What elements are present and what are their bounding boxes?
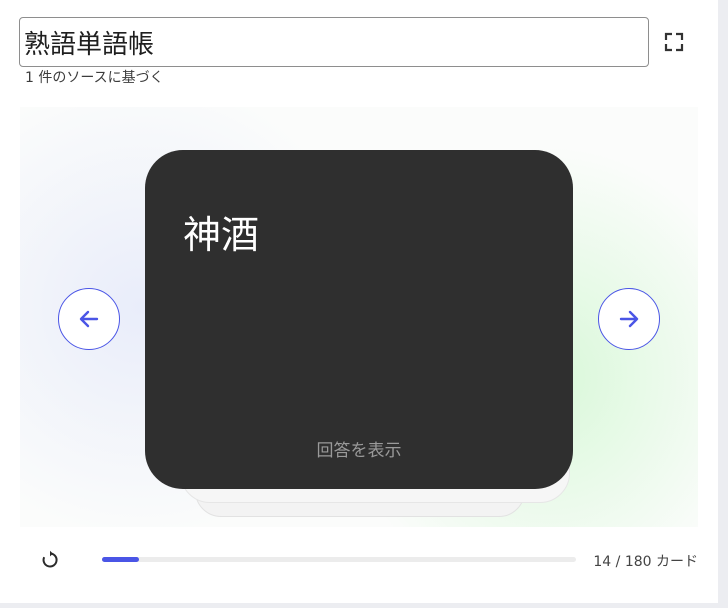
- progress-bar: [102, 557, 576, 562]
- scrollbar-gutter: [718, 0, 728, 608]
- reset-button[interactable]: [36, 546, 64, 574]
- fullscreen-icon: [664, 32, 684, 52]
- refresh-icon: [42, 550, 58, 568]
- source-note: 1 件のソースに基づく: [25, 70, 164, 86]
- flashcard[interactable]: 神酒 回答を表示: [145, 150, 573, 489]
- previous-card-button[interactable]: [58, 288, 120, 350]
- next-card-button[interactable]: [598, 288, 660, 350]
- title-input[interactable]: [19, 17, 649, 67]
- arrow-right-icon: [619, 310, 639, 328]
- arrow-left-icon: [79, 310, 99, 328]
- card-term: 神酒: [183, 213, 260, 257]
- bottom-border: [0, 603, 728, 608]
- flashcard-page: 1 件のソースに基づく 神酒 回答を表示 14 / 180 カード: [0, 0, 728, 608]
- fullscreen-button[interactable]: [658, 26, 690, 58]
- card-counter: 14 / 180 カード: [593, 554, 698, 570]
- show-answer-hint[interactable]: 回答を表示: [145, 436, 573, 461]
- progress-fill: [102, 557, 139, 562]
- card-stage: 神酒 回答を表示: [20, 107, 698, 527]
